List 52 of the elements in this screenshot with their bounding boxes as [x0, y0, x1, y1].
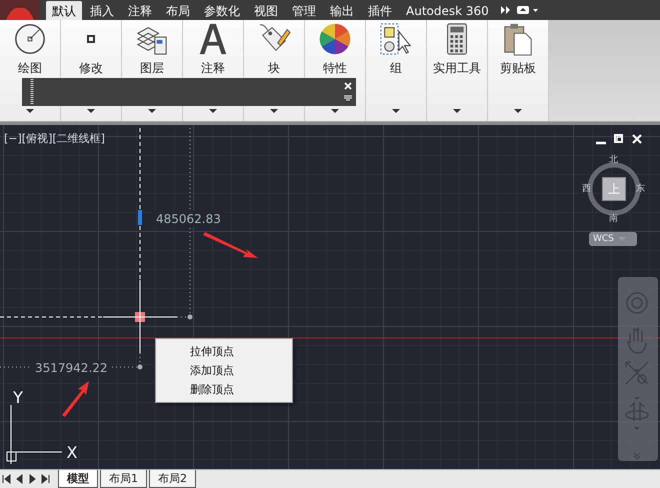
text-cursor — [138, 210, 142, 225]
ribbon-tab[interactable]: 注释 — [122, 1, 158, 20]
ribbon-panel-button[interactable]: 图层 — [135, 20, 169, 77]
grip-point[interactable] — [138, 364, 142, 370]
dimension-input[interactable]: 485062.83 — [152, 211, 225, 227]
ribbon-panel-button[interactable]: 实用工具 — [433, 20, 481, 77]
axis-label: Y — [13, 388, 23, 407]
ribbon-tab[interactable]: Autodesk 360 — [400, 1, 495, 20]
layout-tab[interactable]: 布局1 — [100, 470, 147, 488]
menu-item[interactable]: 添加顶点 — [156, 361, 292, 380]
ribbon-panel-button[interactable]: 块 — [257, 20, 291, 77]
menu-item[interactable]: 拉伸顶点 — [156, 342, 292, 361]
layout-tab[interactable]: 布局2 — [149, 470, 196, 488]
circle-icon — [13, 22, 47, 56]
viewport-label[interactable]: [−][俯视][二维线框] — [4, 131, 105, 146]
menu-icon[interactable] — [344, 95, 352, 101]
ribbon-panel-button[interactable]: 特性 — [318, 20, 352, 77]
ribbon-tab[interactable]: 插件 — [362, 1, 398, 20]
ribbon-tab[interactable]: 输出 — [324, 1, 360, 20]
ribbon-tab[interactable]: 参数化 — [198, 1, 246, 20]
annotation-arrow — [203, 232, 258, 258]
drawing-canvas[interactable]: [−][俯视][二维线框] Y X 北 西 上 东 南 WCS 485062.83 3517942.22 拉伸顶点 添加顶点 删除顶点 — [0, 125, 660, 469]
compass-label: 北 — [609, 155, 618, 165]
axis-label: X — [66, 443, 78, 462]
ribbon-panel-button[interactable]: 修改 — [74, 20, 108, 77]
ribbon-panel-button[interactable]: 绘图 — [13, 20, 47, 77]
grip-point[interactable] — [188, 314, 192, 320]
panel-toggle-icon[interactable] — [516, 6, 539, 14]
ribbon-tab[interactable]: 插入 — [84, 1, 120, 20]
ribbon-tab[interactable]: 视图 — [248, 1, 284, 20]
ribbon-tab[interactable]: 管理 — [286, 1, 322, 20]
layout-tab[interactable]: 模型 — [58, 470, 98, 488]
color-wheel-icon — [318, 22, 352, 56]
compass-label: 东 — [636, 184, 645, 194]
app-logo-icon[interactable] — [0, 0, 40, 20]
close-icon[interactable] — [344, 82, 352, 90]
group-icon — [379, 22, 413, 56]
ribbon-panel-button[interactable]: 注释 — [196, 20, 230, 77]
dimension-input[interactable]: 3517942.22 — [31, 360, 112, 376]
annotation-arrow — [62, 381, 89, 417]
point-icon — [87, 35, 95, 43]
window-controls[interactable] — [596, 134, 642, 144]
compass-label: 南 — [609, 214, 618, 224]
ribbon-panel-button[interactable]: 剪贴板 — [500, 20, 536, 77]
compass-label: 西 — [582, 184, 591, 194]
ribbon-panel-button[interactable]: 组 — [379, 20, 413, 77]
grip-icon[interactable] — [30, 79, 34, 105]
ribbon-tab[interactable]: 布局 — [160, 1, 196, 20]
double-arrow-icon[interactable] — [500, 6, 511, 14]
ribbon-tab[interactable]: 默认 — [46, 1, 82, 20]
ucs-axes-icon — [6, 404, 62, 464]
menu-item[interactable]: 删除顶点 — [156, 380, 292, 399]
